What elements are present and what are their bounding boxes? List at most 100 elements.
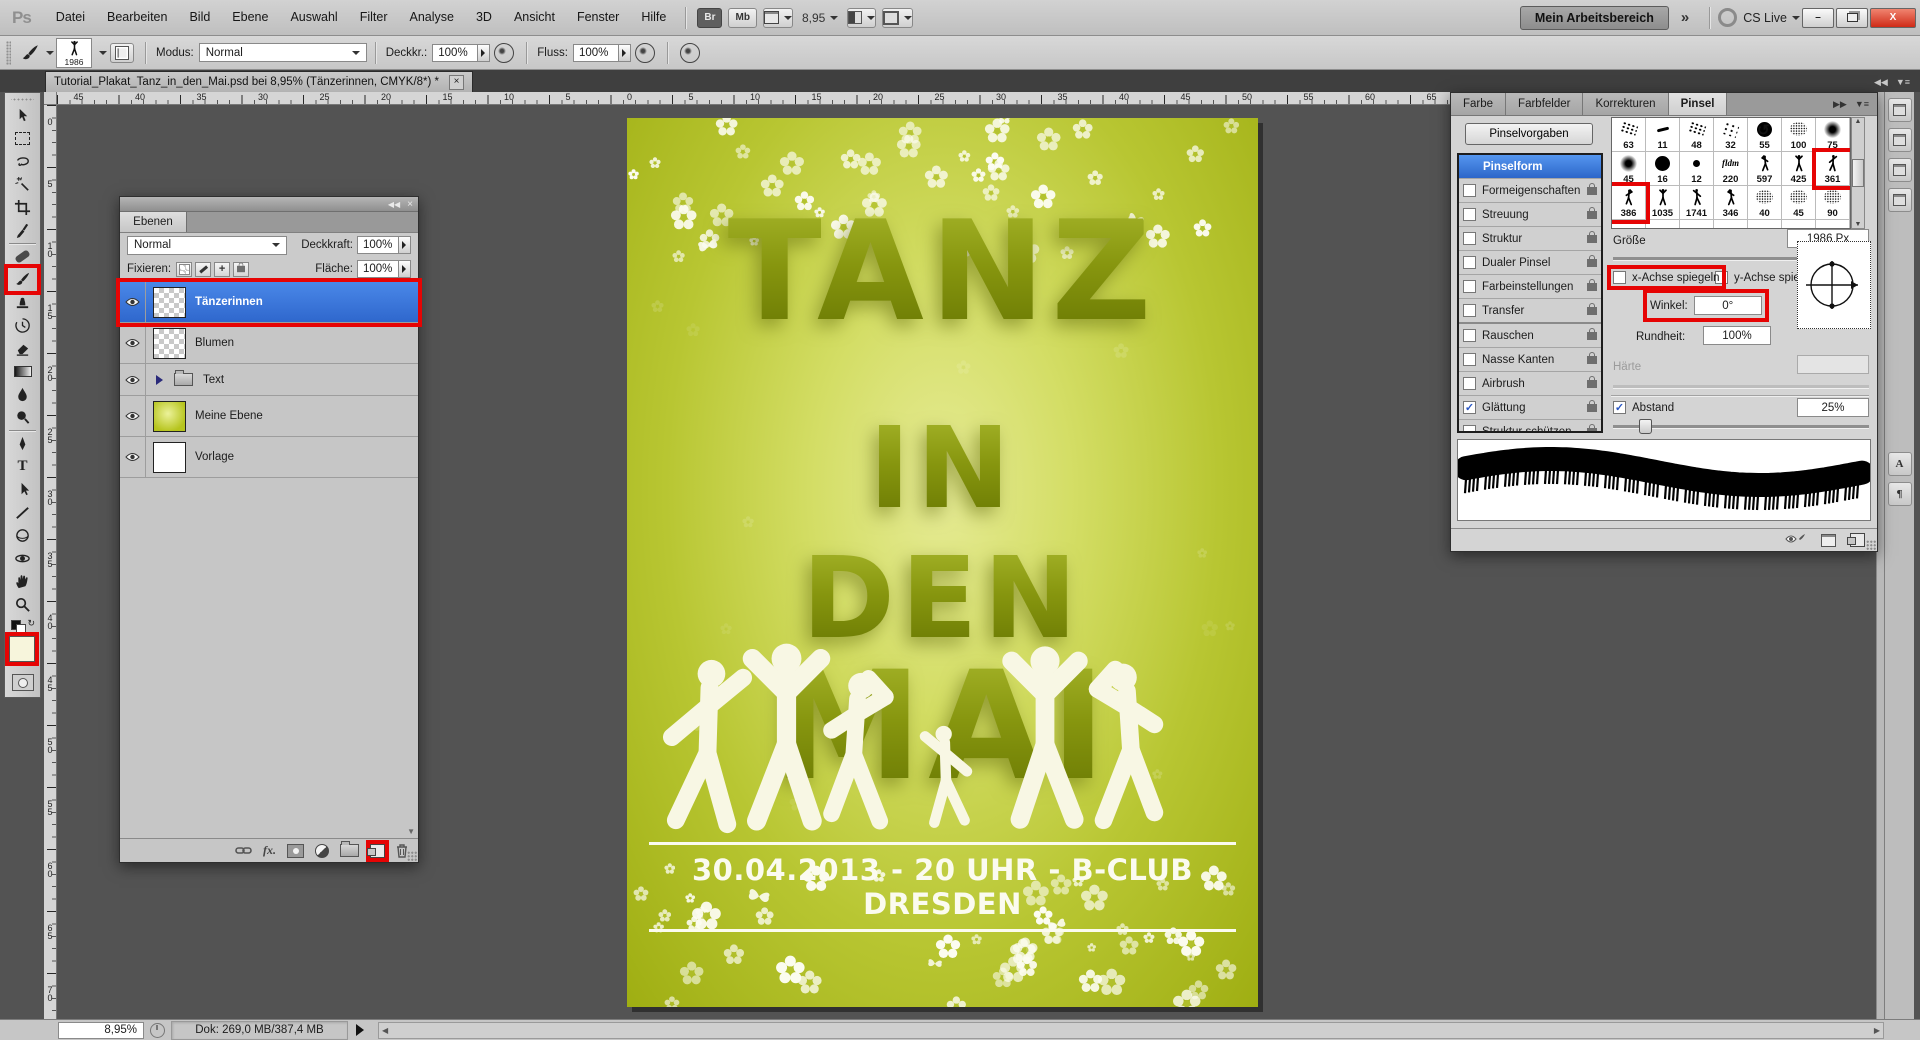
lock-icon[interactable] bbox=[1587, 356, 1597, 364]
document-tab[interactable]: Tutorial_Plakat_Tanz_in_den_Mai.psd bei … bbox=[45, 71, 473, 92]
lock-position-icon[interactable]: + bbox=[214, 262, 230, 277]
panel-resize-grip[interactable] bbox=[407, 851, 417, 861]
lock-icon[interactable] bbox=[1587, 235, 1597, 243]
zoom-level-control[interactable]: 8,95 bbox=[802, 11, 838, 25]
layer-thumbnail[interactable] bbox=[153, 442, 186, 473]
brush-tip-425[interactable]: 425 bbox=[1782, 152, 1816, 186]
healing-brush-tool[interactable] bbox=[8, 245, 37, 268]
lock-icon[interactable] bbox=[1587, 404, 1597, 412]
tab-menu-icon[interactable]: ▼≡ bbox=[1896, 77, 1910, 88]
visibility-toggle[interactable] bbox=[120, 282, 146, 322]
mini-bridge-button[interactable]: Mb bbox=[728, 8, 756, 28]
angle-field[interactable]: 0° bbox=[1694, 296, 1762, 315]
visibility-toggle[interactable] bbox=[120, 396, 146, 436]
rectangular-marquee-tool[interactable] bbox=[8, 127, 37, 150]
brush-tip-row4-27[interactable] bbox=[1816, 220, 1850, 229]
toggle-live-preview-icon[interactable] bbox=[1785, 533, 1807, 548]
menu-hilfe[interactable]: Hilfe bbox=[630, 0, 677, 35]
spacing-field[interactable]: 25% bbox=[1797, 398, 1869, 417]
hand-tool[interactable] bbox=[8, 570, 37, 593]
view-extras-button[interactable] bbox=[763, 8, 793, 28]
layer-thumbnail[interactable] bbox=[153, 287, 186, 318]
histogram-panel-icon[interactable] bbox=[1888, 128, 1912, 152]
brush-tip-row4-21[interactable] bbox=[1612, 220, 1646, 229]
clone-stamp-tool[interactable] bbox=[8, 291, 37, 314]
orbit-3d-tool[interactable] bbox=[8, 547, 37, 570]
visibility-toggle[interactable] bbox=[120, 437, 146, 477]
section-checkbox[interactable] bbox=[1463, 425, 1476, 433]
brush-tip-220[interactable]: fldm220 bbox=[1714, 152, 1748, 186]
fill-field[interactable]: 100% bbox=[357, 260, 399, 278]
history-brush-tool[interactable] bbox=[8, 314, 37, 337]
brush-tip-75[interactable]: 75 bbox=[1816, 118, 1850, 152]
layer-style-icon[interactable]: fx. bbox=[263, 843, 276, 858]
menu-auswahl[interactable]: Auswahl bbox=[279, 0, 348, 35]
lasso-tool[interactable] bbox=[8, 150, 37, 173]
lock-icon[interactable] bbox=[1587, 259, 1597, 267]
tab-farbfelder[interactable]: Farbfelder bbox=[1506, 93, 1583, 115]
lock-pixels-icon[interactable] bbox=[195, 262, 211, 277]
blend-mode-select[interactable]: Normal bbox=[199, 43, 367, 62]
arrange-documents-button[interactable] bbox=[847, 8, 876, 28]
panel-resize-grip[interactable] bbox=[1866, 540, 1876, 550]
layer-blend-mode-select[interactable]: Normal bbox=[127, 236, 287, 255]
add-layer-mask-icon[interactable] bbox=[287, 844, 304, 858]
tab-pinsel[interactable]: Pinsel bbox=[1669, 93, 1728, 115]
new-group-icon[interactable] bbox=[340, 844, 359, 857]
menu-3d[interactable]: 3D bbox=[465, 0, 503, 35]
opacity-spinner[interactable] bbox=[478, 44, 490, 62]
brush-tip-90[interactable]: 90 bbox=[1816, 186, 1850, 220]
brush-section-nasse-kanten[interactable]: Nasse Kanten bbox=[1459, 348, 1601, 372]
foreground-color-swatch[interactable] bbox=[9, 636, 35, 662]
brush-tip-45[interactable]: 45 bbox=[1612, 152, 1646, 186]
spacing-control[interactable]: ✓ Abstand bbox=[1613, 401, 1674, 414]
screen-mode-button[interactable] bbox=[882, 8, 913, 28]
brush-section-transfer[interactable]: Transfer bbox=[1459, 299, 1601, 324]
brush-tip-12[interactable]: 12 bbox=[1680, 152, 1714, 186]
brush-tip-row4-25[interactable] bbox=[1748, 220, 1782, 229]
default-colors-control[interactable]: ↻ bbox=[8, 618, 37, 632]
dodge-tool[interactable] bbox=[8, 406, 37, 429]
lock-all-icon[interactable] bbox=[233, 262, 249, 277]
brush-tip-1741[interactable]: 1741 bbox=[1680, 186, 1714, 220]
lock-icon[interactable] bbox=[1587, 187, 1597, 195]
link-layers-icon[interactable] bbox=[235, 846, 252, 855]
gradient-tool[interactable] bbox=[8, 360, 37, 383]
crop-tool[interactable] bbox=[8, 196, 37, 219]
angle-control[interactable]: Winkel: 0° bbox=[1647, 293, 1765, 318]
brush-section-rauschen[interactable]: Rauschen bbox=[1459, 324, 1601, 348]
layer-row-vorlage[interactable]: Vorlage bbox=[120, 437, 418, 478]
menu-ansicht[interactable]: Ansicht bbox=[503, 0, 566, 35]
brush-section-formeigenschaften[interactable]: Formeigenschaften bbox=[1459, 179, 1601, 203]
brush-section-struktur[interactable]: Struktur bbox=[1459, 227, 1601, 251]
lock-icon[interactable] bbox=[1587, 428, 1597, 434]
section-checkbox[interactable] bbox=[1463, 256, 1476, 269]
section-checkbox[interactable] bbox=[1463, 304, 1476, 317]
flow-spinner[interactable] bbox=[619, 44, 631, 62]
brush-section-farbeinstellungen[interactable]: Farbeinstellungen bbox=[1459, 275, 1601, 299]
menu-analyse[interactable]: Analyse bbox=[398, 0, 464, 35]
brush-section-struktur-sch-tzen[interactable]: Struktur schützen bbox=[1459, 420, 1601, 433]
section-checkbox[interactable] bbox=[1463, 329, 1476, 342]
layer-thumbnail[interactable] bbox=[153, 401, 186, 432]
brush-tip-11[interactable]: 11 bbox=[1646, 118, 1680, 152]
paragraph-panel-icon[interactable]: ¶ bbox=[1888, 482, 1912, 506]
line-tool[interactable] bbox=[8, 501, 37, 524]
layer-row-blumen[interactable]: Blumen bbox=[120, 323, 418, 364]
brush-tip-361[interactable]: 361 bbox=[1816, 152, 1850, 186]
layer-opacity-spinner[interactable] bbox=[399, 236, 411, 254]
layers-panel-titlebar[interactable]: ◀◀ × bbox=[120, 197, 418, 212]
path-selection-tool[interactable] bbox=[8, 478, 37, 501]
opacity-pressure-icon[interactable] bbox=[494, 43, 514, 63]
collapse-tabs-icon[interactable]: ◀◀ bbox=[1874, 77, 1888, 88]
lock-icon[interactable] bbox=[1587, 283, 1597, 291]
brush-presets-button[interactable]: Pinselvorgaben bbox=[1465, 123, 1593, 145]
section-checkbox[interactable] bbox=[1463, 353, 1476, 366]
lock-icon[interactable] bbox=[1587, 380, 1597, 388]
swap-colors-icon[interactable]: ↻ bbox=[27, 618, 35, 629]
brush-tip-1035[interactable]: 1035 bbox=[1646, 186, 1680, 220]
close-button[interactable]: X bbox=[1870, 8, 1916, 28]
brush-tip-row4-24[interactable] bbox=[1714, 220, 1748, 229]
roundness-field[interactable]: 100% bbox=[1703, 326, 1771, 345]
cs-live-menu[interactable]: CS Live bbox=[1718, 8, 1800, 27]
